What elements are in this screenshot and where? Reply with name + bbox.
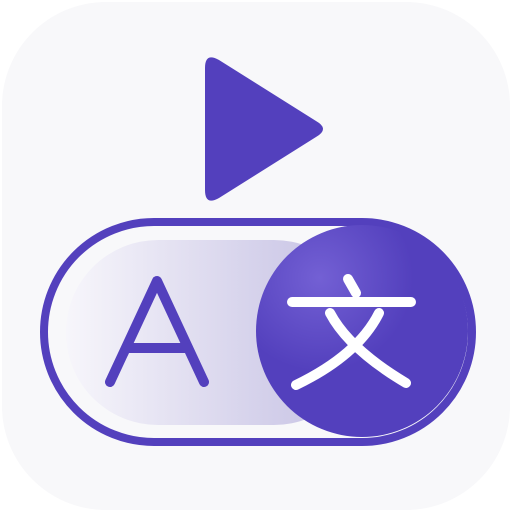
play-icon (205, 57, 323, 201)
app-icon-artwork (40, 57, 476, 446)
app-icon-canvas (0, 0, 512, 512)
